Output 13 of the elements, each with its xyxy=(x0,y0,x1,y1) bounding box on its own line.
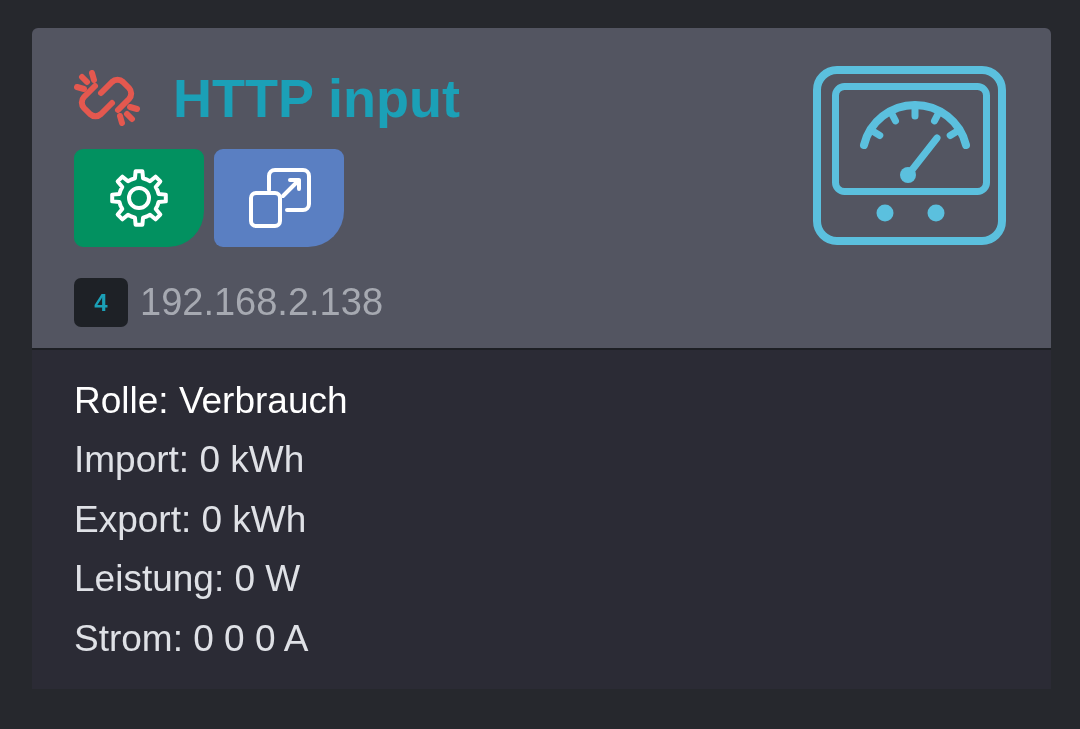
reading-text: Leistung: 0 W xyxy=(74,557,302,602)
meter-icon xyxy=(811,64,1008,247)
reading-text: Strom: 0 0 0 A xyxy=(74,616,310,661)
ip-address: 192.168.2.138 xyxy=(140,280,383,325)
count-badge: 4 xyxy=(74,278,128,327)
reading-text: Import: 0 kWh xyxy=(74,438,306,483)
card-title: HTTP input xyxy=(173,68,460,128)
popout-icon xyxy=(247,166,311,230)
settings-button[interactable] xyxy=(74,149,204,247)
popout-button[interactable] xyxy=(214,149,344,247)
role-text: Rolle: Verbrauch xyxy=(74,379,349,423)
reading-text: Export: 0 kWh xyxy=(74,497,308,542)
settings-icon xyxy=(107,166,171,230)
